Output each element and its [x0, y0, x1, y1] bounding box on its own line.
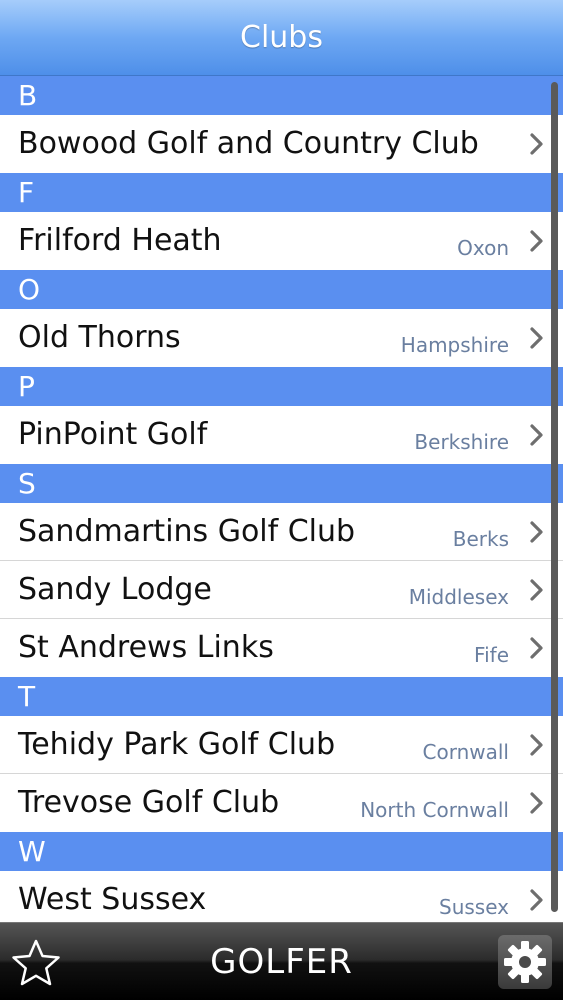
chevron-right-icon — [530, 792, 543, 814]
list-item-frilford-heath[interactable]: Frilford Heath Oxon — [0, 212, 563, 270]
section-header-f: F — [0, 173, 563, 212]
club-name: West Sussex — [18, 882, 207, 917]
section-header-w: W — [0, 832, 563, 871]
chevron-right-icon — [530, 133, 543, 155]
club-region: Oxon — [457, 236, 509, 260]
club-region: Cornwall — [422, 740, 509, 764]
list-item-bowood[interactable]: Bowood Golf and Country Club — [0, 115, 563, 173]
nav-bar: Clubs — [0, 0, 563, 76]
club-name: Tehidy Park Golf Club — [18, 727, 336, 762]
list-item-trevose[interactable]: Trevose Golf Club North Cornwall — [0, 774, 563, 832]
club-region: Sussex — [439, 895, 509, 919]
club-region: Berks — [452, 527, 509, 551]
section-header-b: B — [0, 76, 563, 115]
settings-button[interactable] — [498, 935, 552, 989]
club-region: Berkshire — [414, 430, 509, 454]
club-name: Old Thorns — [18, 320, 181, 355]
scrollbar[interactable] — [551, 82, 558, 912]
club-region: Fife — [474, 643, 509, 667]
chevron-right-icon — [530, 230, 543, 252]
list-item-pinpoint-golf[interactable]: PinPoint Golf Berkshire — [0, 406, 563, 464]
section-header-p: P — [0, 367, 563, 406]
chevron-right-icon — [530, 637, 543, 659]
chevron-right-icon — [530, 327, 543, 349]
page-title: Clubs — [240, 20, 323, 55]
club-name: Sandmartins Golf Club — [18, 514, 356, 549]
club-name: Trevose Golf Club — [18, 785, 280, 820]
app-title: GOLFER — [210, 942, 353, 982]
gear-icon — [504, 941, 546, 983]
clubs-list[interactable]: B Bowood Golf and Country Club F Frilfor… — [0, 76, 563, 922]
section-header-t: T — [0, 677, 563, 716]
list-item-west-sussex[interactable]: West Sussex Sussex — [0, 871, 563, 922]
list-item-sandmartins[interactable]: Sandmartins Golf Club Berks — [0, 503, 563, 561]
club-name: St Andrews Links — [18, 630, 274, 665]
chevron-right-icon — [530, 889, 543, 911]
club-region: North Cornwall — [360, 798, 509, 822]
club-name: PinPoint Golf — [18, 417, 208, 452]
chevron-right-icon — [530, 521, 543, 543]
list-item-st-andrews-links[interactable]: St Andrews Links Fife — [0, 619, 563, 677]
chevron-right-icon — [530, 734, 543, 756]
section-header-s: S — [0, 464, 563, 503]
club-name: Frilford Heath — [18, 223, 222, 258]
chevron-right-icon — [530, 424, 543, 446]
chevron-right-icon — [530, 579, 543, 601]
bottom-toolbar: GOLFER — [0, 922, 563, 1000]
club-name: Bowood Golf and Country Club — [18, 126, 479, 161]
club-name: Sandy Lodge — [18, 572, 212, 607]
list-item-sandy-lodge[interactable]: Sandy Lodge Middlesex — [0, 561, 563, 619]
list-item-tehidy-park[interactable]: Tehidy Park Golf Club Cornwall — [0, 716, 563, 774]
section-header-o: O — [0, 270, 563, 309]
club-region: Middlesex — [408, 585, 509, 609]
club-region: Hampshire — [400, 333, 509, 357]
list-item-old-thorns[interactable]: Old Thorns Hampshire — [0, 309, 563, 367]
